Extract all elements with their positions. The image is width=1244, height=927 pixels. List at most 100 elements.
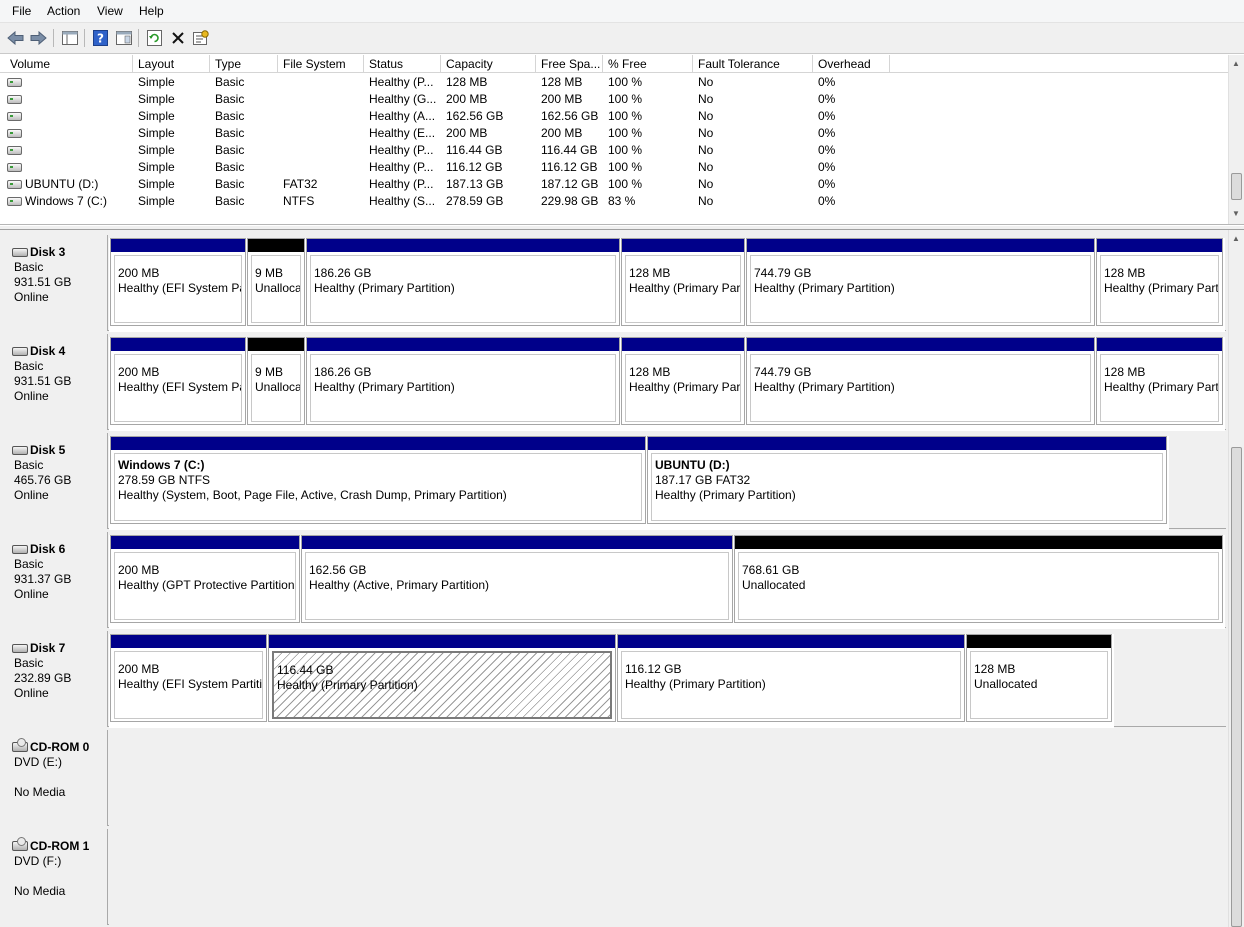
table-cell: 0% xyxy=(818,92,836,106)
column-header[interactable]: Volume xyxy=(5,55,133,73)
partition-size: 744.79 GB xyxy=(754,365,812,379)
table-row[interactable]: Simple Basic Healthy (P... 128 MB 128 MB 100 … xyxy=(0,74,1228,91)
partition[interactable]: 200 MB Healthy (GPT Protective Partition xyxy=(110,535,300,623)
disk-status: Online xyxy=(14,587,49,601)
refresh-icon[interactable] xyxy=(145,28,164,47)
partition-body: 128 MB Unallocated xyxy=(970,651,1108,719)
partition-body: 200 MB Healthy (EFI System Pa xyxy=(114,255,242,323)
partition[interactable]: 128 MB Unallocated xyxy=(966,634,1112,722)
partition-bar xyxy=(111,338,245,351)
help-icon[interactable]: ? xyxy=(91,28,110,47)
partition[interactable]: 200 MB Healthy (EFI System Pa xyxy=(110,337,246,425)
disk-label[interactable]: Disk 7 Basic 232.89 GB Online xyxy=(6,631,108,727)
back-icon[interactable] xyxy=(6,28,25,47)
partition-size: 9 MB xyxy=(255,365,284,379)
partition-status: Healthy (Primary Partition) xyxy=(625,677,766,691)
menu-help[interactable]: Help xyxy=(139,4,164,18)
partition-bar xyxy=(248,239,304,252)
table-cell: 0% xyxy=(818,143,836,157)
partition-status: Unallocated xyxy=(742,578,806,592)
table-cell: 0% xyxy=(818,109,836,123)
volume-list-scrollbar[interactable]: ▲ ▼ xyxy=(1228,55,1244,224)
disk-size xyxy=(14,869,107,884)
table-cell: 116.12 GB xyxy=(541,160,598,174)
table-cell: 128 MB xyxy=(541,75,583,89)
table-cell xyxy=(283,91,364,108)
partition[interactable]: 744.79 GB Healthy (Primary Partition) xyxy=(746,238,1095,326)
show-pane-icon[interactable] xyxy=(114,28,133,47)
table-cell xyxy=(25,159,133,176)
disk-size: 465.76 GB xyxy=(14,473,72,487)
partition[interactable]: 128 MB Healthy (Primary Part xyxy=(1096,337,1223,425)
table-cell: 0% xyxy=(818,160,836,174)
menu-file[interactable]: File xyxy=(12,4,31,18)
forward-icon[interactable] xyxy=(29,28,48,47)
table-cell xyxy=(25,91,133,108)
partition[interactable]: 116.12 GB Healthy (Primary Partition) xyxy=(617,634,965,722)
table-cell: 128 MB xyxy=(446,75,488,89)
disk-label[interactable]: Disk 5 Basic 465.76 GB Online xyxy=(6,433,108,529)
table-row[interactable]: Windows 7 (C:) Simple Basic NTFS Healthy (S.… xyxy=(0,193,1228,210)
disk-row: Disk 7 Basic 232.89 GB Online 200 MB Healthy … xyxy=(6,631,1226,728)
column-header[interactable]: % Free xyxy=(603,55,693,73)
partition[interactable]: 128 MB Healthy (Primary Par xyxy=(621,238,745,326)
partition[interactable]: 162.56 GB Healthy (Active, Primary Partit… xyxy=(301,535,733,623)
column-header[interactable]: Free Spa... xyxy=(536,55,603,73)
table-cell: 100 % xyxy=(608,75,643,89)
partition[interactable]: 9 MBUnallocated xyxy=(247,337,305,425)
partition-size: 162.56 GB xyxy=(309,563,367,577)
partition[interactable]: 768.61 GB Unallocated xyxy=(734,535,1223,623)
partition-area: 200 MB Healthy (EFI System Pa 9 MB Unalloca… xyxy=(109,337,1225,431)
partition[interactable]: 186.26 GB Healthy (Primary Partition) xyxy=(306,238,620,326)
partition[interactable]: Windows 7 (C:) 278.59 GB NTFS Healthy (Sys… xyxy=(110,436,646,524)
partition-status: Healthy (System, Boot, Page File, Active… xyxy=(118,488,507,502)
column-header[interactable]: Layout xyxy=(133,55,210,73)
table-cell: Simple xyxy=(138,177,175,191)
table-row[interactable]: UBUNTU (D:) Simple Basic FAT32 Healthy (P...… xyxy=(0,176,1228,193)
column-header[interactable]: Capacity xyxy=(441,55,536,73)
partition[interactable]: 200 MB Healthy (EFI System Pa xyxy=(110,238,246,326)
column-header[interactable]: Status xyxy=(364,55,441,73)
delete-icon[interactable] xyxy=(168,28,187,47)
disk-label[interactable]: Disk 4 Basic 931.51 GB Online xyxy=(6,334,108,430)
table-row[interactable]: Simple Basic Healthy (G... 200 MB 200 MB 100 … xyxy=(0,91,1228,108)
disk-type: DVD (E:) xyxy=(14,755,62,769)
partition[interactable]: 116.44 GB Healthy (Primary Partition) xyxy=(268,634,616,722)
partition-bar xyxy=(111,239,245,252)
partition-status: Unallocated xyxy=(255,281,301,295)
column-header[interactable]: Overhead xyxy=(813,55,890,73)
partition-bar xyxy=(269,635,615,648)
disk-label[interactable]: Disk 6 Basic 931.37 GB Online xyxy=(6,532,108,628)
disk-type: Basic xyxy=(14,260,44,274)
disk-name: Disk 6 xyxy=(12,542,107,556)
disk-label[interactable]: Disk 3 Basic 931.51 GB Online xyxy=(6,235,108,331)
disk-label[interactable]: CD-ROM 1 DVD (F:) No Media xyxy=(6,829,108,925)
properties-icon[interactable] xyxy=(191,28,210,47)
table-row[interactable]: Simple Basic Healthy (A... 162.56 GB 162.56 … xyxy=(0,108,1228,125)
table-row[interactable]: Simple Basic Healthy (E... 200 MB 200 MB 100 … xyxy=(0,125,1228,142)
console-tree-icon[interactable] xyxy=(60,28,79,47)
column-header[interactable]: Fault Tolerance xyxy=(693,55,813,73)
partition-status: Healthy (Primary Partition) xyxy=(754,380,895,394)
menu-action[interactable]: Action xyxy=(47,4,80,18)
partition[interactable]: 128 MB Healthy (Primary Par xyxy=(621,337,745,425)
disk-size xyxy=(14,770,107,785)
partition[interactable]: 186.26 GB Healthy (Primary Partition) xyxy=(306,337,620,425)
table-cell: Simple xyxy=(138,75,175,89)
menu-view[interactable]: View xyxy=(97,4,123,18)
partition-status: Healthy (Primary Partition) xyxy=(314,380,455,394)
table-row[interactable]: Simple Basic Healthy (P... 116.12 GB 116.12 … xyxy=(0,159,1228,176)
partition-status: Healthy (Primary Partition) xyxy=(754,281,895,295)
column-header[interactable]: File System xyxy=(278,55,364,73)
column-header[interactable]: Type xyxy=(210,55,278,73)
partition[interactable]: 9 MBUnallocated xyxy=(247,238,305,326)
partition[interactable]: 200 MB Healthy (EFI System Partitio xyxy=(110,634,267,722)
partition[interactable]: 128 MB Healthy (Primary Part xyxy=(1096,238,1223,326)
disk-label[interactable]: CD-ROM 0 DVD (E:) No Media xyxy=(6,730,108,826)
partition[interactable]: 744.79 GB Healthy (Primary Partition) xyxy=(746,337,1095,425)
partition-bar xyxy=(302,536,732,549)
partition[interactable]: UBUNTU (D:) 187.17 GB FAT32 Healthy (Prima… xyxy=(647,436,1167,524)
table-cell: 116.12 GB xyxy=(446,160,503,174)
disk-view-scrollbar[interactable]: ▲ xyxy=(1228,230,1244,927)
table-row[interactable]: Simple Basic Healthy (P... 116.44 GB 116.44 … xyxy=(0,142,1228,159)
